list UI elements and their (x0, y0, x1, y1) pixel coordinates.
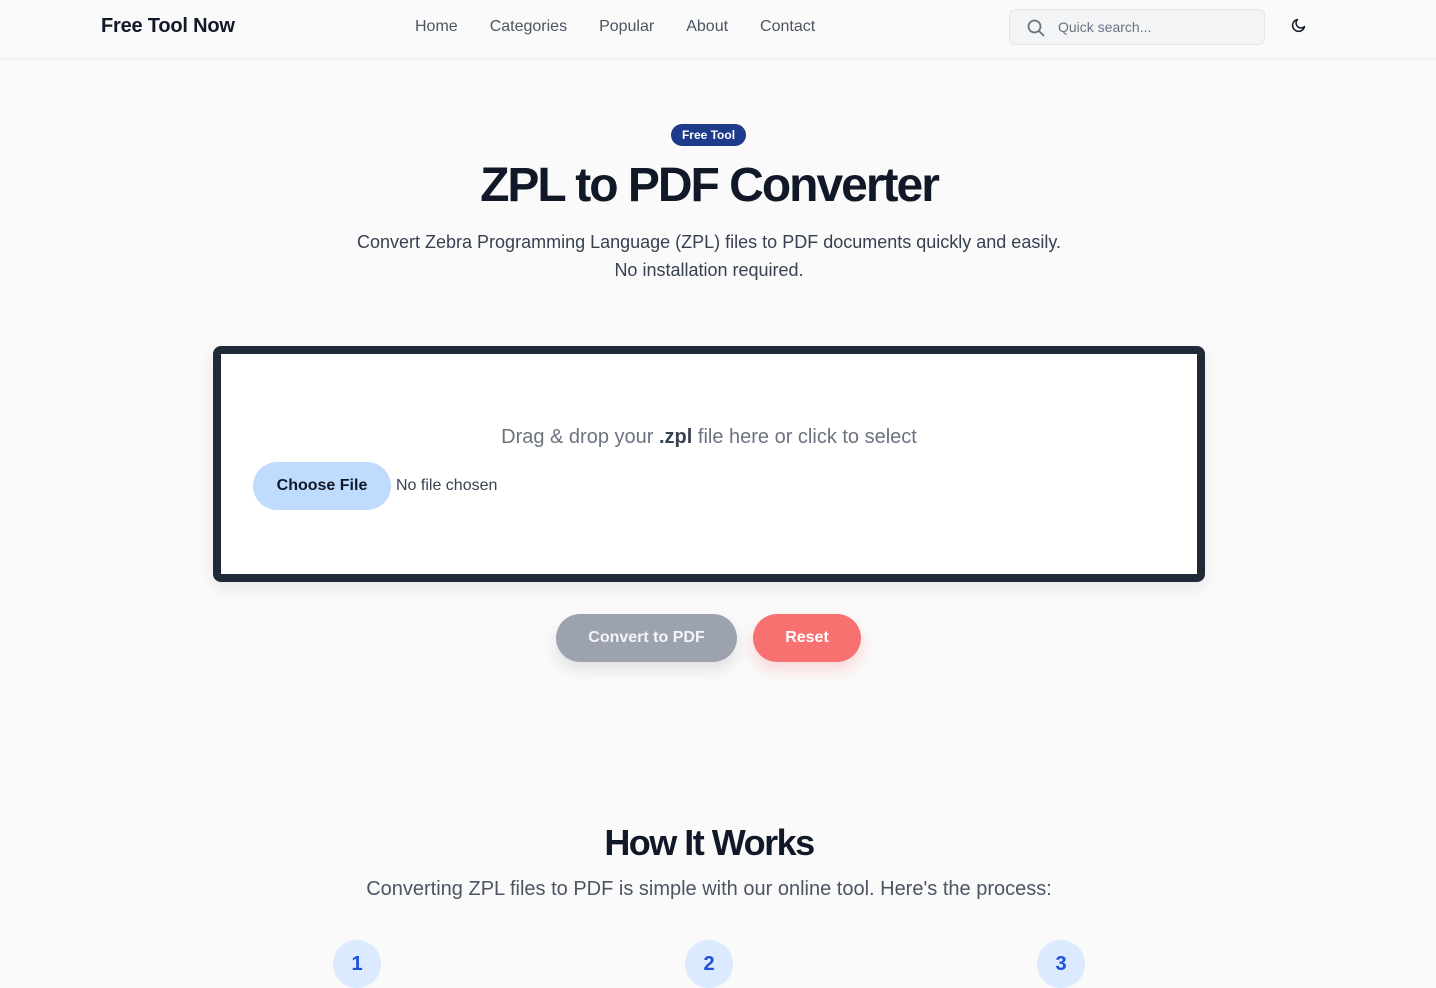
free-tool-badge: Free Tool (671, 124, 746, 146)
theme-toggle-button[interactable] (1287, 15, 1311, 39)
nav-categories[interactable]: Categories (490, 17, 567, 37)
subtitle-line-2: No installation required. (614, 260, 804, 280)
subtitle-line-1: Convert Zebra Programming Language (ZPL)… (357, 232, 1061, 252)
file-drop-zone[interactable]: Drag & drop your .zpl file here or click… (213, 346, 1205, 582)
reset-button[interactable]: Reset (753, 614, 861, 662)
drop-prefix: Drag & drop your (501, 426, 659, 448)
step-number-1: 1 (333, 940, 381, 988)
search-input[interactable] (1058, 10, 1258, 44)
choose-file-button[interactable]: Choose File (253, 462, 391, 510)
file-input-row: Choose File No file chosen (253, 462, 497, 510)
nav-about[interactable]: About (686, 17, 728, 37)
quick-search (1009, 9, 1265, 45)
site-header: Free Tool Now Home Categories Popular Ab… (0, 0, 1436, 59)
how-it-works-subtitle: Converting ZPL files to PDF is simple wi… (366, 878, 1052, 900)
nav-popular[interactable]: Popular (599, 17, 654, 37)
step-number-2: 2 (685, 940, 733, 988)
drop-suffix: file here or click to select (692, 426, 917, 448)
drop-extension: .zpl (658, 426, 693, 448)
convert-to-pdf-button[interactable]: Convert to PDF (556, 614, 737, 662)
file-status-text: No file chosen (396, 477, 498, 494)
nav-contact[interactable]: Contact (760, 17, 815, 37)
step-number-3: 3 (1037, 940, 1085, 988)
page-title: ZPL to PDF Converter (480, 159, 940, 212)
moon-icon (1291, 17, 1307, 38)
brand-logo[interactable]: Free Tool Now (101, 15, 235, 38)
search-icon (1026, 18, 1046, 38)
page-subtitle: Convert Zebra Programming Language (ZPL)… (309, 228, 1109, 284)
main-nav: Home Categories Popular About Contact (415, 17, 847, 37)
nav-home[interactable]: Home (415, 17, 458, 37)
drop-instructions: Drag & drop your .zpl file here or click… (221, 426, 1197, 449)
how-it-works-title: How It Works (604, 822, 815, 863)
